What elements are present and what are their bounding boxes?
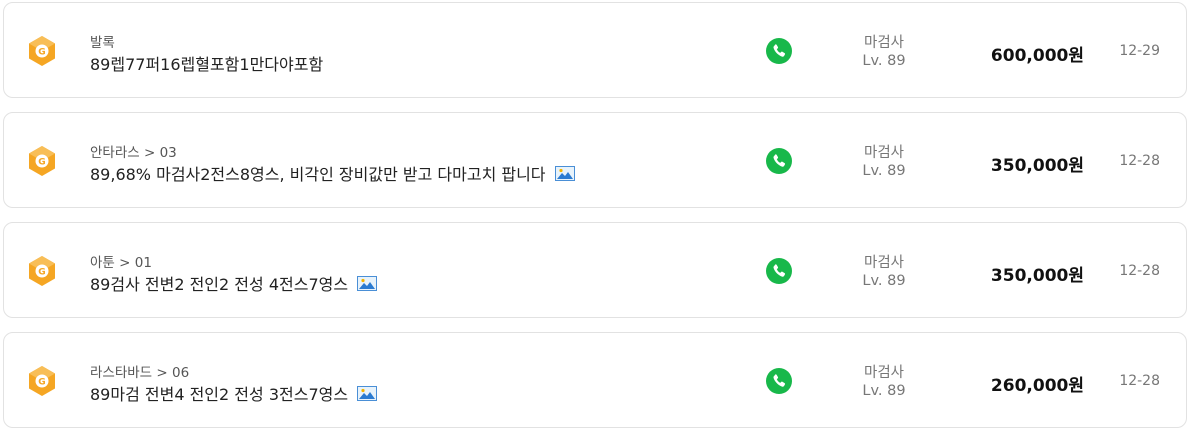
svg-text:G: G (38, 158, 45, 168)
listing-server: 발록 (90, 35, 115, 51)
phone-icon[interactable] (766, 38, 792, 64)
listing-title[interactable]: 89,68% 마검사2전스8영스, 비각인 장비값만 받고 다마고치 팝니다 (90, 161, 575, 185)
listing-date: 12-29 (1119, 43, 1160, 59)
listing-price: 600,000원 (990, 46, 1084, 66)
listing-price: 350,000원 (990, 156, 1084, 176)
character-level: Lv. 89 (862, 163, 906, 179)
listing-card[interactable]: G 발록 89렙77퍼16렙혈포함1만다야포함 마검사 Lv. 89 600,0… (3, 2, 1187, 98)
character-class: 마검사 (863, 145, 905, 161)
image-icon (554, 165, 575, 181)
svg-text:G: G (38, 268, 45, 278)
character-level: Lv. 89 (862, 53, 906, 69)
character-class: 마검사 (863, 365, 905, 381)
phone-icon[interactable] (766, 148, 792, 174)
listing-server: 아툰 > 01 (90, 255, 152, 271)
listing-title-text[interactable]: 89,68% 마검사2전스8영스, 비각인 장비값만 받고 다마고치 팝니다 (90, 161, 546, 185)
listing-date: 12-28 (1119, 373, 1160, 389)
game-badge-icon: G (29, 256, 55, 286)
listing-card[interactable]: G 라스타바드 > 06 89마검 전변4 전인2 전성 3전스7영스 마검사 … (3, 332, 1187, 428)
character-class: 마검사 (863, 35, 905, 51)
phone-icon[interactable] (766, 368, 792, 394)
listing-title-text[interactable]: 89렙77퍼16렙혈포함1만다야포함 (90, 51, 323, 75)
listing-date: 12-28 (1119, 263, 1160, 279)
listing-title-text[interactable]: 89검사 전변2 전인2 전성 4전스7영스 (90, 271, 348, 295)
listing-date: 12-28 (1119, 153, 1160, 169)
character-class: 마검사 (863, 255, 905, 271)
listing-title[interactable]: 89렙77퍼16렙혈포함1만다야포함 (90, 51, 323, 75)
listing-list: G 발록 89렙77퍼16렙혈포함1만다야포함 마검사 Lv. 89 600,0… (0, 0, 1190, 434)
phone-icon[interactable] (766, 258, 792, 284)
character-level: Lv. 89 (862, 383, 906, 399)
listing-card[interactable]: G 아툰 > 01 89검사 전변2 전인2 전성 4전스7영스 마검사 Lv.… (3, 222, 1187, 318)
character-level: Lv. 89 (862, 273, 906, 289)
listing-price: 350,000원 (990, 266, 1084, 286)
image-icon (357, 275, 378, 291)
image-icon (357, 385, 378, 401)
game-badge-icon: G (29, 146, 55, 176)
svg-text:G: G (38, 378, 45, 388)
listing-server: 라스타바드 > 06 (90, 365, 190, 381)
listing-title[interactable]: 89마검 전변4 전인2 전성 3전스7영스 (90, 381, 378, 405)
svg-text:G: G (38, 48, 45, 58)
listing-title-text[interactable]: 89마검 전변4 전인2 전성 3전스7영스 (90, 381, 348, 405)
listing-card[interactable]: G 안타라스 > 03 89,68% 마검사2전스8영스, 비각인 장비값만 받… (3, 112, 1187, 208)
listing-server: 안타라스 > 03 (90, 145, 177, 161)
game-badge-icon: G (29, 36, 55, 66)
game-badge-icon: G (29, 366, 55, 396)
listing-title[interactable]: 89검사 전변2 전인2 전성 4전스7영스 (90, 271, 378, 295)
listing-price: 260,000원 (990, 376, 1084, 396)
